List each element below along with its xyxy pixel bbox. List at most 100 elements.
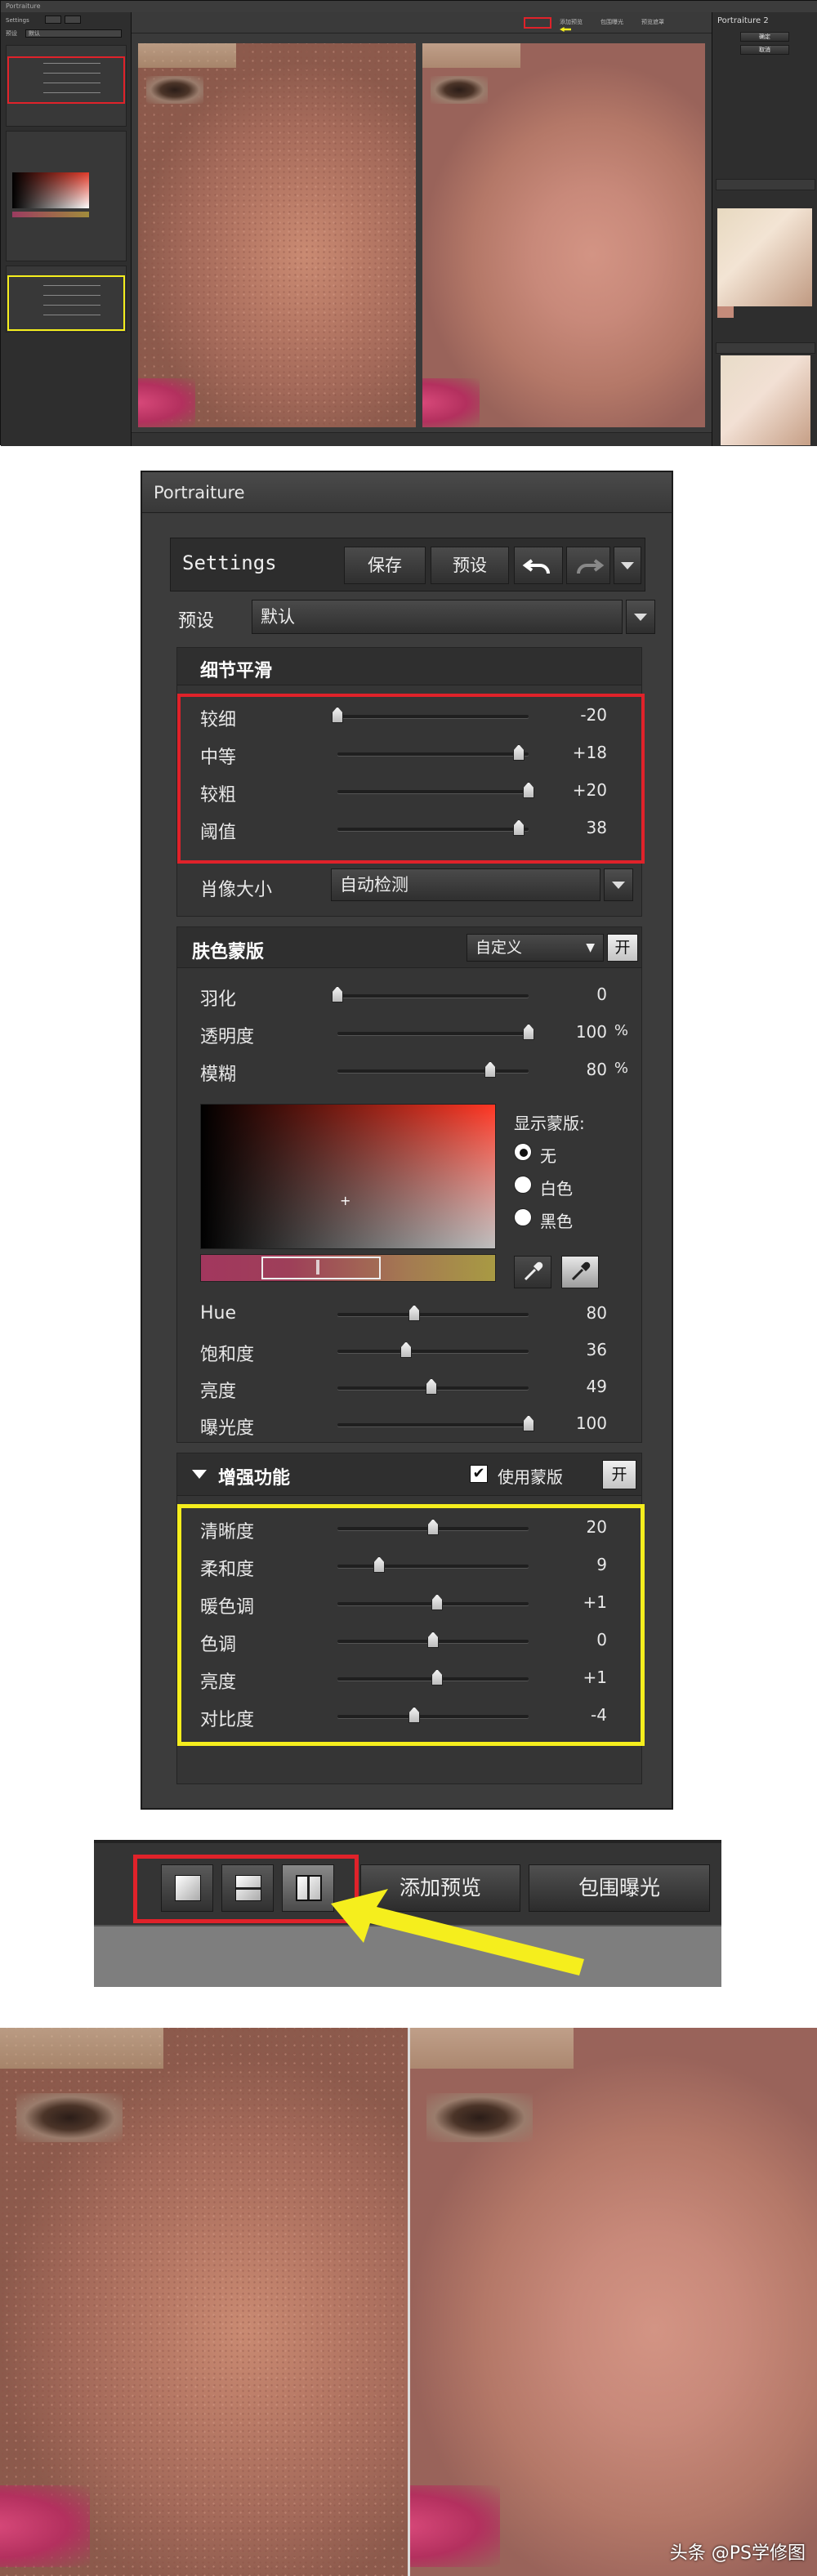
slider-value: -4 <box>591 1705 607 1725</box>
slider-track[interactable] <box>337 715 529 718</box>
mini-slider-row[interactable] <box>9 89 123 96</box>
slider-thumb[interactable] <box>427 1519 439 1535</box>
enhance-slider-row[interactable]: 色调 0 <box>200 1627 617 1656</box>
radio-button[interactable] <box>514 1143 532 1161</box>
slider-track[interactable] <box>337 1565 529 1568</box>
mini-slider-row[interactable] <box>9 79 123 87</box>
eyedropper-minus-button[interactable] <box>561 1256 599 1288</box>
enhance-slider-row[interactable]: 清晰度 20 <box>200 1514 617 1543</box>
slider-thumb[interactable] <box>332 986 343 1002</box>
mini-slider-row[interactable] <box>9 282 123 289</box>
save-button[interactable]: 保存 <box>344 547 426 584</box>
detail-slider-row[interactable]: 较细 -20 <box>200 702 617 731</box>
hsl-slider-row[interactable]: 曝光度 100 <box>200 1410 617 1440</box>
redo-button[interactable] <box>566 547 610 584</box>
preset-dropdown-arrow[interactable] <box>626 600 655 634</box>
slider-thumb[interactable] <box>523 1415 534 1431</box>
mini-save-button[interactable] <box>45 16 61 24</box>
slider-track[interactable] <box>337 1350 529 1353</box>
slider-thumb[interactable] <box>513 819 525 836</box>
skin-mask-mode-dropdown[interactable]: 自定义 ▼ <box>467 934 604 962</box>
slider-track[interactable] <box>337 1313 529 1316</box>
mini-preset-dropdown[interactable]: 默认 <box>25 29 122 38</box>
hue-range-bar[interactable] <box>200 1254 496 1282</box>
mask-slider-row[interactable]: 透明度 100% <box>200 1019 628 1048</box>
left-settings-panel: Settings 预设 默认 <box>1 12 132 446</box>
enhance-slider-row[interactable]: 柔和度 9 <box>200 1551 617 1581</box>
detail-slider-row[interactable]: 阈值 38 <box>200 815 617 844</box>
slider-track[interactable] <box>337 752 529 756</box>
mask-slider-row[interactable]: 模糊 80% <box>200 1056 628 1086</box>
use-mask-checkbox[interactable]: ✔ <box>470 1465 488 1483</box>
mini-toolbar-button[interactable]: 预览遮罩 <box>641 19 664 26</box>
ok-button[interactable]: 确定 <box>740 32 789 42</box>
portraiture-panel-zoom: Portraiture Settings 保存 预设 预设 默认 细节平滑 较细… <box>141 471 673 1810</box>
slider-track[interactable] <box>337 1423 529 1426</box>
slider-track[interactable] <box>337 828 529 831</box>
mini-slider-row[interactable] <box>9 292 123 299</box>
split-horizontal-button[interactable] <box>221 1864 274 1912</box>
slider-thumb[interactable] <box>400 1342 412 1358</box>
before-image <box>138 43 416 427</box>
slider-thumb[interactable] <box>427 1632 439 1648</box>
mini-preset-button[interactable] <box>65 16 81 24</box>
slider-thumb[interactable] <box>431 1669 443 1685</box>
slider-thumb[interactable] <box>408 1707 420 1723</box>
mini-color-picker[interactable] <box>12 172 89 208</box>
slider-value: -20 <box>580 705 607 725</box>
slider-thumb[interactable] <box>523 1024 534 1040</box>
portrait-size-dropdown[interactable]: 自动检测 <box>331 868 600 901</box>
slider-track[interactable] <box>337 790 529 793</box>
radio-button[interactable] <box>514 1176 532 1194</box>
slider-thumb[interactable] <box>513 744 525 761</box>
mini-hue-bar[interactable] <box>12 212 89 217</box>
slider-track[interactable] <box>337 1715 529 1718</box>
window-title: Portraiture <box>154 483 245 502</box>
mask-option-0[interactable]: 无 <box>514 1141 628 1166</box>
single-view-button[interactable] <box>161 1864 213 1912</box>
slider-track[interactable] <box>337 1032 529 1035</box>
slider-track[interactable] <box>337 1069 529 1073</box>
collapse-arrow-icon[interactable] <box>192 1470 207 1479</box>
detail-slider-row[interactable]: 中等 +18 <box>200 739 617 769</box>
mini-slider-row[interactable] <box>9 69 123 77</box>
preset-button[interactable]: 预设 <box>431 547 509 584</box>
preset-dropdown[interactable]: 默认 <box>252 600 623 634</box>
hsl-slider-row[interactable]: 饱和度 36 <box>200 1337 617 1366</box>
undo-button[interactable] <box>514 547 563 584</box>
enhance-slider-row[interactable]: 对比度 -4 <box>200 1702 617 1731</box>
slider-track[interactable] <box>337 994 529 998</box>
enhance-slider-row[interactable]: 亮度 +1 <box>200 1664 617 1694</box>
radio-button[interactable] <box>514 1208 532 1226</box>
hsl-slider-row[interactable]: Hue 80 <box>200 1300 617 1329</box>
slider-thumb[interactable] <box>373 1556 385 1573</box>
eyedropper-button[interactable] <box>514 1256 551 1288</box>
mini-slider-row[interactable] <box>9 60 123 67</box>
slider-value: 9 <box>596 1555 607 1574</box>
skin-color-picker[interactable]: + <box>200 1104 496 1249</box>
settings-menu-button[interactable] <box>614 547 641 584</box>
enhance-toggle[interactable]: 开 <box>602 1460 636 1489</box>
enhance-header: 增强功能 ✔ 使用蒙版 开 <box>177 1453 641 1496</box>
cancel-button[interactable]: 取消 <box>740 45 789 55</box>
slider-thumb[interactable] <box>431 1594 443 1610</box>
skin-mask-toggle[interactable]: 开 <box>607 934 638 962</box>
slider-thumb[interactable] <box>408 1305 420 1321</box>
mini-slider-row[interactable] <box>9 301 123 309</box>
slider-thumb[interactable] <box>332 707 343 723</box>
mask-option-1[interactable]: 白色 <box>514 1174 628 1199</box>
enhance-slider-row[interactable]: 暖色调 +1 <box>200 1589 617 1618</box>
slider-thumb[interactable] <box>426 1378 437 1395</box>
mask-slider-row[interactable]: 羽化 0 <box>200 981 617 1011</box>
hue-range-selector[interactable] <box>261 1257 381 1279</box>
slider-thumb[interactable] <box>484 1061 496 1078</box>
portrait-size-dropdown-arrow[interactable] <box>604 868 633 901</box>
mini-slider-row[interactable] <box>9 311 123 319</box>
mini-toolbar-button[interactable]: 包围曝光 <box>600 19 623 26</box>
slider-thumb[interactable] <box>523 782 534 798</box>
split-vertical-button[interactable] <box>282 1864 334 1912</box>
mask-option-2[interactable]: 黑色 <box>514 1207 628 1231</box>
mini-toolbar-button[interactable]: 添加预览 <box>560 19 583 26</box>
hsl-slider-row[interactable]: 亮度 49 <box>200 1373 617 1403</box>
detail-slider-row[interactable]: 较粗 +20 <box>200 777 617 806</box>
